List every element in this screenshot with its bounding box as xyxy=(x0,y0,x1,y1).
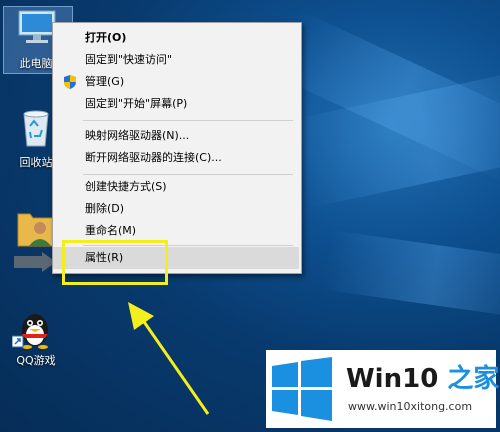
menu-separator xyxy=(83,174,293,175)
computer-icon xyxy=(18,10,56,43)
menu-item-map-network-drive[interactable]: 映射网络驱动器(N)... xyxy=(53,125,299,147)
uac-shield-icon xyxy=(64,75,76,89)
menu-item-pin-quick-access[interactable]: 固定到"快速访问" xyxy=(53,49,299,71)
desktop-icon-qq-game[interactable]: QQ游戏 xyxy=(0,302,72,378)
menu-item-rename[interactable]: 重命名(M) xyxy=(53,220,299,242)
desktop-icon-label: QQ游戏 xyxy=(16,354,56,367)
watermark-url: www.win10xitong.com xyxy=(348,400,473,413)
menu-item-pin-start[interactable]: 固定到"开始"屏幕(P) xyxy=(53,93,299,115)
wallpaper-beam xyxy=(270,10,500,184)
recycle-bin-icon xyxy=(23,110,49,147)
wallpaper-beam xyxy=(321,230,500,321)
menu-item-disconnect-network-drive[interactable]: 断开网络驱动器的连接(C)... xyxy=(53,147,299,169)
user-folder-icon xyxy=(17,213,55,247)
menu-item-create-shortcut[interactable]: 创建快捷方式(S) xyxy=(53,176,299,198)
menu-item-open[interactable]: 打开(O) xyxy=(53,27,299,49)
watermark-title: Win10 之家 xyxy=(346,364,500,394)
qq-penguin-icon xyxy=(12,314,48,349)
label-redacted-bar xyxy=(14,256,44,268)
watermark: Win10 之家 www.win10xitong.com xyxy=(266,350,500,428)
menu-separator xyxy=(83,120,293,121)
annotation-arrow xyxy=(128,302,210,415)
menu-item-manage[interactable]: 管理(G) xyxy=(53,71,299,93)
menu-item-delete[interactable]: 删除(D) xyxy=(53,198,299,220)
annotation-highlight-box xyxy=(62,240,168,285)
context-menu: 打开(O) 固定到"快速访问" 管理(G) 固定到"开始"屏幕(P) 映射网络驱… xyxy=(52,22,302,274)
windows-logo-icon xyxy=(272,357,332,421)
wallpaper-beam xyxy=(290,65,500,209)
